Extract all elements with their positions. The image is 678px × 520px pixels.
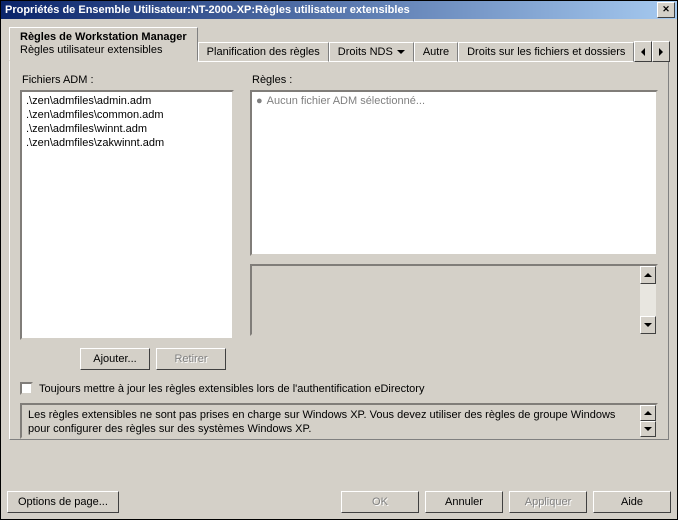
window-title: Propriétés de Ensemble Utilisateur:NT-20… (5, 4, 410, 16)
always-update-label: Toujours mettre à jour les règles extens… (39, 383, 424, 395)
remove-button: Retirer (156, 348, 226, 370)
scroll-up-button[interactable] (640, 266, 656, 284)
action-bar: Options de page... OK Annuler Appliquer … (7, 491, 671, 513)
settings-pane (250, 264, 658, 336)
cancel-button[interactable]: Annuler (425, 491, 503, 513)
chevron-down-icon (644, 323, 652, 327)
rules-listbox[interactable]: ●Aucun fichier ADM sélectionné... (250, 90, 658, 256)
tab-rule-scheduling[interactable]: Planification des règles (198, 42, 329, 62)
adm-button-row: Ajouter... Retirer (20, 348, 238, 370)
scroll-down-button[interactable] (640, 316, 656, 334)
chevron-right-icon (659, 48, 663, 56)
tab-other[interactable]: Autre (414, 42, 458, 62)
tab-scroll (634, 40, 670, 61)
always-update-checkbox[interactable] (20, 382, 33, 395)
scroll-up-button[interactable] (640, 405, 656, 421)
adm-files-listbox[interactable]: .\zen\admfiles\admin.adm .\zen\admfiles\… (20, 90, 234, 340)
apply-button: Appliquer (509, 491, 587, 513)
tab-scroll-left[interactable] (634, 41, 652, 62)
chevron-up-icon (644, 273, 652, 277)
tab-scroll-right[interactable] (652, 41, 670, 62)
scroll-down-button[interactable] (640, 421, 656, 437)
chevron-up-icon (644, 411, 652, 415)
titlebar: Propriétés de Ensemble Utilisateur:NT-20… (1, 1, 677, 19)
tabpanel: Fichiers ADM : .\zen\admfiles\admin.adm … (9, 60, 669, 440)
list-item[interactable]: .\zen\admfiles\common.adm (24, 108, 230, 122)
chevron-left-icon (641, 48, 645, 56)
close-icon[interactable]: ✕ (657, 2, 675, 18)
tabstrip: Règles de Workstation Manager Règles uti… (9, 27, 669, 61)
list-item[interactable]: .\zen\admfiles\admin.adm (24, 94, 230, 108)
chevron-down-icon (644, 427, 652, 431)
rules-placeholder-item: ●Aucun fichier ADM sélectionné... (254, 94, 654, 108)
tab-file-folder-rights[interactable]: Droits sur les fichiers et dossiers (458, 42, 634, 62)
tab-workstation-manager-rules[interactable]: Règles de Workstation Manager Règles uti… (9, 27, 198, 61)
ok-button: OK (341, 491, 419, 513)
page-options-button[interactable]: Options de page... (7, 491, 119, 513)
list-item[interactable]: .\zen\admfiles\zakwinnt.adm (24, 136, 230, 150)
adm-files-label: Fichiers ADM : (22, 74, 238, 86)
checkbox-row: Toujours mettre à jour les règles extens… (20, 382, 658, 395)
list-item[interactable]: .\zen\admfiles\winnt.adm (24, 122, 230, 136)
notice-text: Les règles extensibles ne sont pas prise… (22, 405, 640, 437)
top-row: Fichiers ADM : .\zen\admfiles\admin.adm … (20, 70, 658, 370)
notice-pane: Les règles extensibles ne sont pas prise… (20, 403, 658, 439)
content: Règles de Workstation Manager Règles uti… (1, 19, 677, 448)
notice-scrollbar[interactable] (640, 405, 656, 437)
window: Propriétés de Ensemble Utilisateur:NT-20… (0, 0, 678, 520)
tab-active-line2: Règles utilisateur extensibles (20, 44, 187, 57)
add-button[interactable]: Ajouter... (80, 348, 150, 370)
chevron-down-icon (397, 50, 405, 54)
bullet-icon: ● (256, 95, 263, 107)
settings-scrollbar[interactable] (640, 266, 656, 334)
tab-active-line1: Règles de Workstation Manager (20, 31, 187, 44)
settings-inner (252, 266, 640, 334)
help-button[interactable]: Aide (593, 491, 671, 513)
titlebar-buttons: ✕ (655, 2, 675, 18)
rules-label: Règles : (252, 74, 658, 86)
rules-column: Règles : ●Aucun fichier ADM sélectionné.… (250, 70, 658, 370)
tab-nds-rights[interactable]: Droits NDS (329, 42, 414, 62)
adm-column: Fichiers ADM : .\zen\admfiles\admin.adm … (20, 70, 238, 370)
